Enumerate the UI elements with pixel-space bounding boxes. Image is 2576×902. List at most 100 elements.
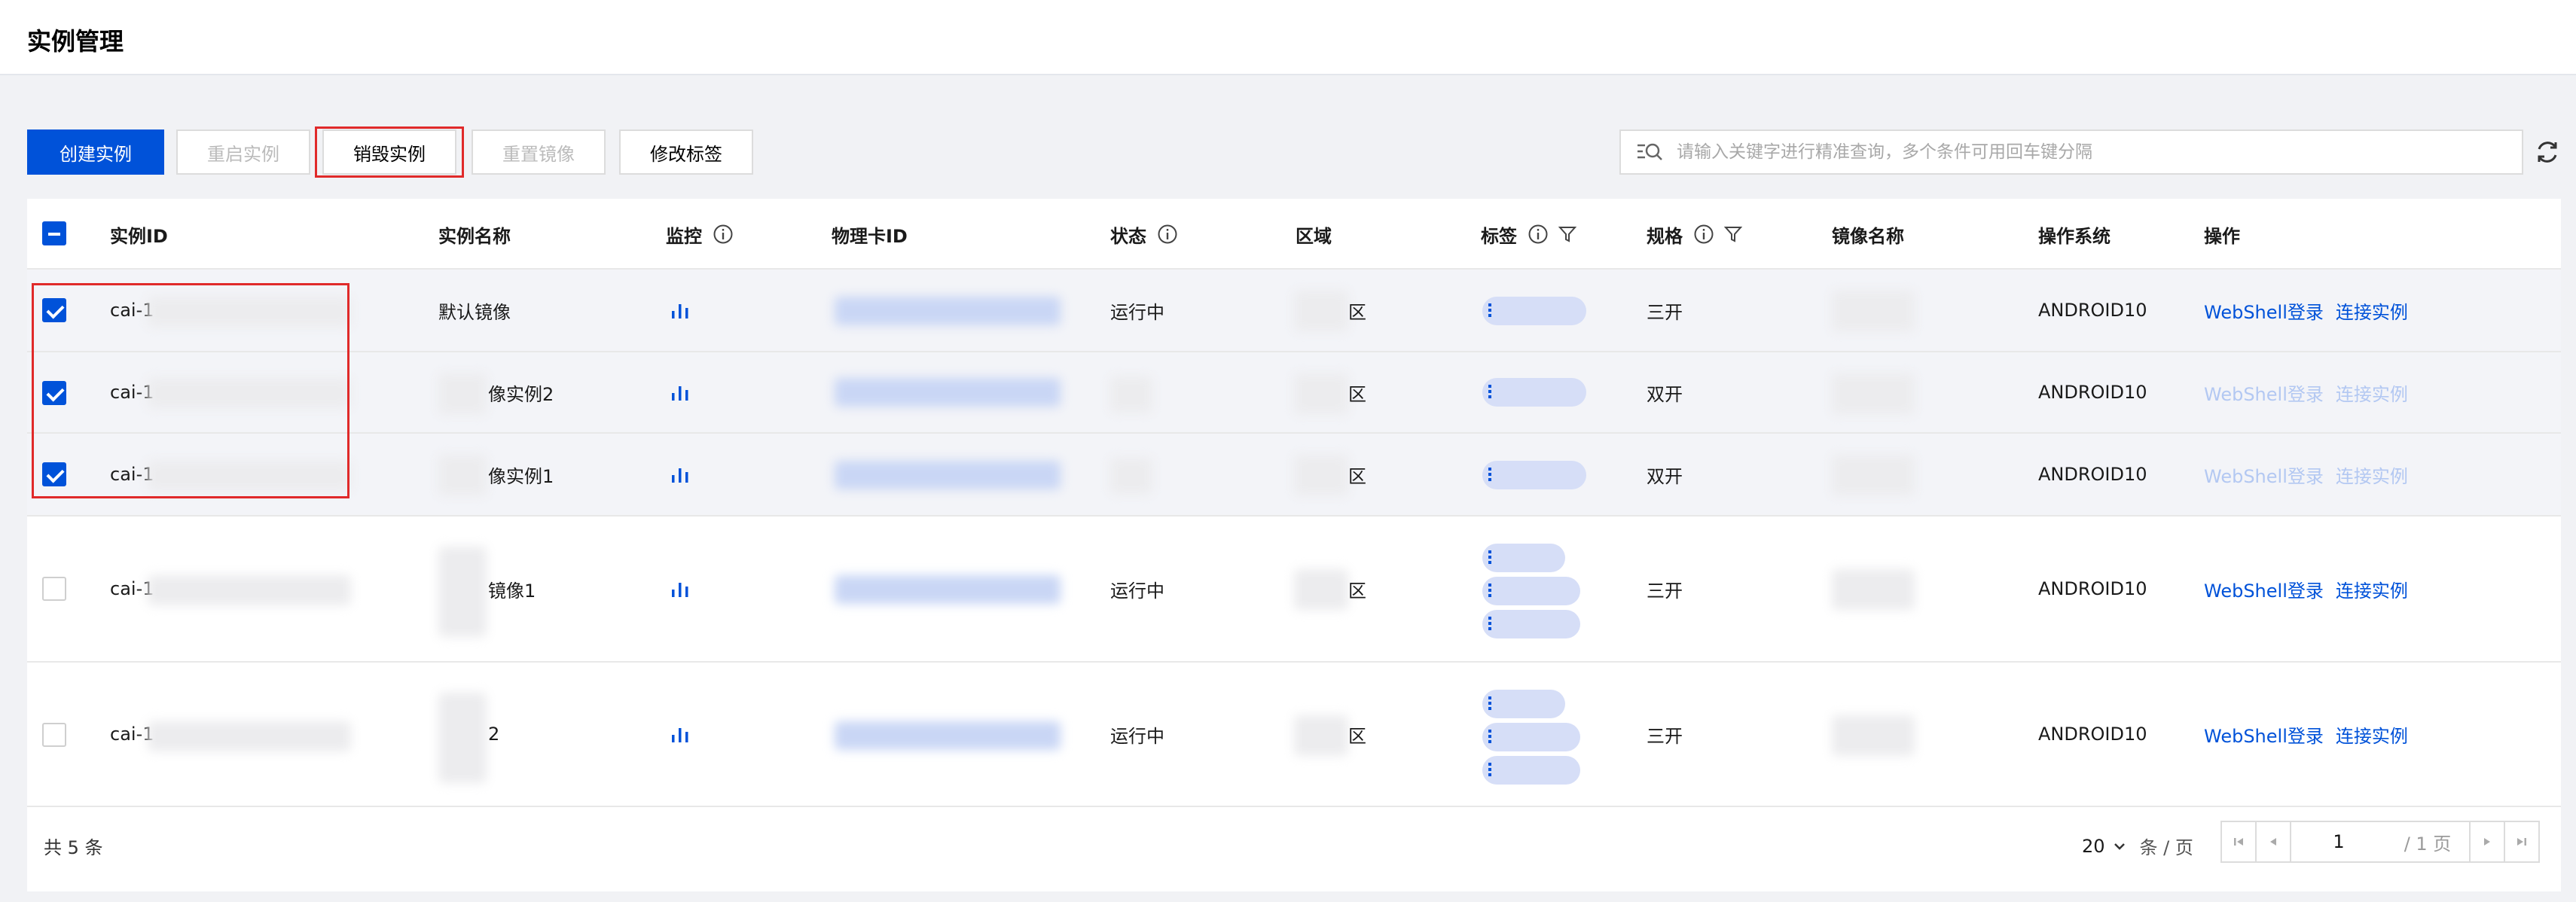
column-tags: 标签 xyxy=(1481,199,1577,270)
redacted-card-id xyxy=(835,575,1061,604)
os-text: ANDROID10 xyxy=(2038,578,2147,599)
action-cell: WebShell登录 连接实例 xyxy=(2204,352,2408,432)
redacted-id xyxy=(148,461,351,491)
row-checkbox[interactable] xyxy=(42,298,66,322)
tag-pill[interactable] xyxy=(1482,378,1586,407)
row-checkbox[interactable] xyxy=(42,577,66,601)
filter-icon[interactable] xyxy=(1723,224,1743,244)
filter-icon[interactable] xyxy=(1558,224,1577,244)
tag-pill[interactable] xyxy=(1482,461,1586,489)
create-instance-button[interactable]: 创建实例 xyxy=(27,130,164,175)
webshell-login-link[interactable]: WebShell登录 xyxy=(2204,462,2324,488)
redacted-name xyxy=(438,547,487,637)
redacted-id xyxy=(148,721,351,751)
column-monitor: 监控 xyxy=(666,199,734,270)
redacted-image-name xyxy=(1832,373,1915,414)
bar-chart-icon[interactable] xyxy=(669,723,691,745)
column-tags-label: 标签 xyxy=(1481,225,1517,247)
monitor-cell xyxy=(669,270,691,351)
connect-instance-link[interactable]: 连接实例 xyxy=(2336,379,2408,406)
region-text: 区 xyxy=(1348,301,1366,323)
redacted-id xyxy=(148,378,351,408)
connect-instance-link[interactable]: 连接实例 xyxy=(2336,576,2408,602)
column-instance-name: 实例名称 xyxy=(438,225,511,247)
last-page-button[interactable] xyxy=(2504,821,2540,863)
tag-pill[interactable] xyxy=(1482,297,1586,325)
row-checkbox[interactable] xyxy=(42,462,66,486)
redacted-card-id xyxy=(835,378,1061,407)
action-cell: WebShell登录 连接实例 xyxy=(2204,434,2408,515)
column-action: 操作 xyxy=(2204,225,2240,247)
page-size-select[interactable]: 20 条 / 页 xyxy=(2082,833,2193,859)
edit-tags-button[interactable]: 修改标签 xyxy=(619,130,753,175)
table-row: cai-1 像实例1 区 双开 ANDROID10 WebShell登录 连接实… xyxy=(27,434,2561,517)
search-input[interactable] xyxy=(1677,142,2490,162)
table-row: cai-1 默认镜像 运行中 区 三开 ANDROID10 WebShell登录… xyxy=(27,270,2561,352)
monitor-cell xyxy=(669,517,691,661)
info-icon[interactable] xyxy=(713,224,734,245)
webshell-login-link[interactable]: WebShell登录 xyxy=(2204,297,2324,324)
instance-name: 像实例2 xyxy=(488,383,554,405)
next-page-button[interactable] xyxy=(2469,821,2505,863)
search-icon xyxy=(1637,143,1662,160)
next-page-icon xyxy=(2484,838,2490,846)
info-icon[interactable] xyxy=(1693,224,1714,245)
monitor-cell xyxy=(669,352,691,432)
instance-table: 实例ID 实例名称 监控 物理卡ID 状态 区域 标签 规格 镜像名称 操作系统… xyxy=(27,199,2561,891)
webshell-login-link[interactable]: WebShell登录 xyxy=(2204,721,2324,748)
select-all-checkbox[interactable] xyxy=(42,221,66,245)
bar-chart-icon[interactable] xyxy=(669,299,691,321)
pagination: 共 5 条 20 条 / 页 / 1 页 xyxy=(27,806,2561,888)
column-spec-label: 规格 xyxy=(1647,225,1683,247)
row-checkbox[interactable] xyxy=(42,381,66,405)
region-text: 区 xyxy=(1348,725,1366,747)
webshell-login-link[interactable]: WebShell登录 xyxy=(2204,379,2324,406)
action-cell: WebShell登录 连接实例 xyxy=(2204,663,2408,806)
redacted-region xyxy=(1294,455,1348,495)
info-icon[interactable] xyxy=(1528,224,1549,245)
connect-instance-link[interactable]: 连接实例 xyxy=(2336,462,2408,488)
region-text: 区 xyxy=(1348,383,1366,405)
tag-pill[interactable] xyxy=(1482,544,1565,572)
redacted-region xyxy=(1294,373,1348,414)
redacted-name xyxy=(438,455,487,495)
info-icon[interactable] xyxy=(1157,224,1178,245)
prev-page-button[interactable] xyxy=(2255,821,2291,863)
column-region: 区域 xyxy=(1296,225,1332,247)
first-page-button[interactable] xyxy=(2220,821,2257,863)
column-monitor-label: 监控 xyxy=(666,225,702,247)
table-row: cai-1 像实例2 区 双开 ANDROID10 WebShell登录 连接实… xyxy=(27,352,2561,434)
restart-instance-button[interactable]: 重启实例 xyxy=(176,130,310,175)
bar-chart-icon[interactable] xyxy=(669,463,691,486)
spec-text: 双开 xyxy=(1647,383,1683,405)
redacted-status xyxy=(1110,458,1152,494)
per-page-label: 条 / 页 xyxy=(2139,837,2193,858)
table-header: 实例ID 实例名称 监控 物理卡ID 状态 区域 标签 规格 镜像名称 操作系统… xyxy=(27,199,2561,270)
webshell-login-link[interactable]: WebShell登录 xyxy=(2204,576,2324,602)
tag-pill[interactable] xyxy=(1482,610,1580,638)
search-box[interactable] xyxy=(1619,130,2523,175)
bar-chart-icon[interactable] xyxy=(669,381,691,404)
action-cell: WebShell登录 连接实例 xyxy=(2204,270,2408,351)
page-size-value: 20 xyxy=(2082,835,2105,857)
destroy-instance-button[interactable]: 销毁实例 xyxy=(322,130,456,175)
tag-pill[interactable] xyxy=(1482,577,1580,605)
tag-pill[interactable] xyxy=(1482,756,1580,785)
connect-instance-link[interactable]: 连接实例 xyxy=(2336,721,2408,748)
refresh-icon[interactable] xyxy=(2534,139,2561,166)
reset-image-button[interactable]: 重置镜像 xyxy=(472,130,606,175)
total-pages: / 1 页 xyxy=(2386,821,2471,863)
redacted-region xyxy=(1294,291,1348,331)
row-checkbox[interactable] xyxy=(42,723,66,747)
tag-pill[interactable] xyxy=(1482,723,1580,751)
region-text: 区 xyxy=(1348,465,1366,487)
table-row: cai-1 2 运行中 区 三开 ANDROID10 WebShell登录 连接… xyxy=(27,663,2561,807)
prev-page-icon xyxy=(2270,838,2276,846)
redacted-name xyxy=(438,693,487,783)
table-row: cai-1 镜像1 运行中 区 三开 ANDROID10 WebShell登录 … xyxy=(27,517,2561,663)
tag-pill[interactable] xyxy=(1482,690,1565,718)
bar-chart-icon[interactable] xyxy=(669,577,691,600)
connect-instance-link[interactable]: 连接实例 xyxy=(2336,297,2408,324)
page-number-input[interactable] xyxy=(2290,821,2388,863)
status-text: 运行中 xyxy=(1110,580,1164,602)
